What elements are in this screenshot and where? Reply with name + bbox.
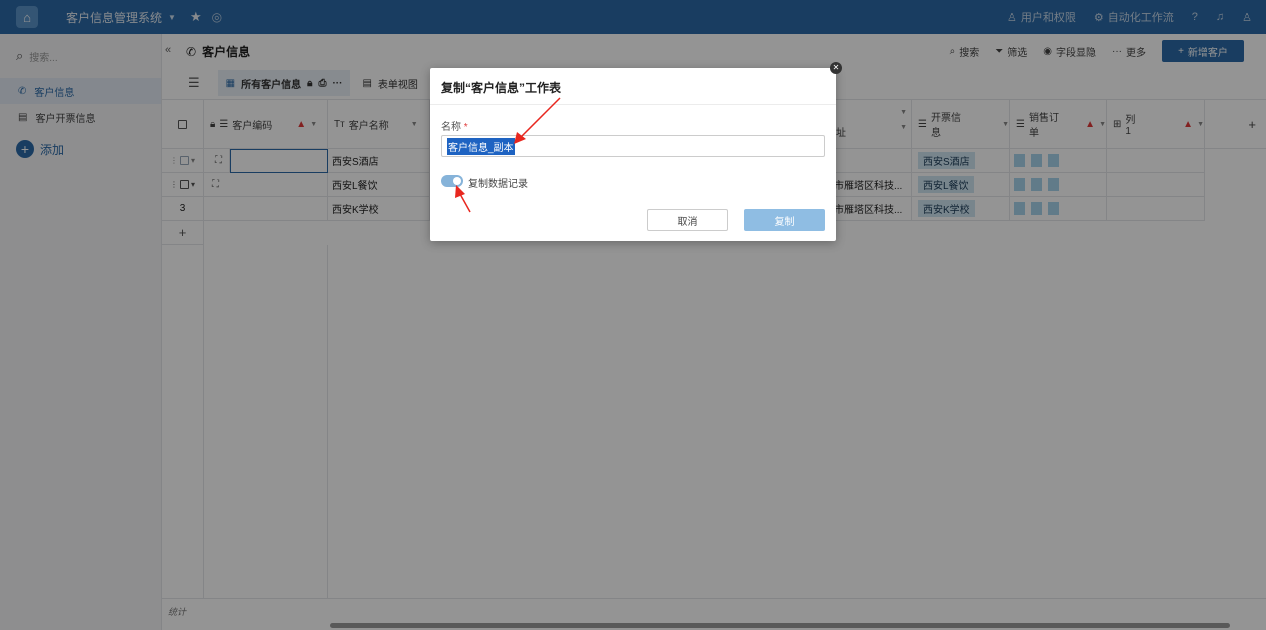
name-label-text: 名称: [441, 122, 461, 133]
dialog-title: 复制“客户信息”工作表: [441, 81, 562, 95]
dialog-divider: [430, 104, 836, 105]
name-input[interactable]: 客户信息_副本: [441, 135, 825, 157]
copy-worksheet-dialog: 复制“客户信息”工作表 ✕ 名称 * 客户信息_副本 复制数据记录 取消 复制: [430, 62, 842, 241]
copy-records-toggle[interactable]: [441, 175, 463, 187]
name-input-value: 客户信息_副本: [447, 137, 515, 155]
name-field-label: 名称 *: [441, 118, 468, 133]
required-mark: *: [463, 122, 468, 133]
cancel-button[interactable]: 取消: [647, 209, 728, 231]
close-icon[interactable]: ✕: [830, 62, 842, 74]
copy-button[interactable]: 复制: [744, 209, 825, 231]
copy-records-label: 复制数据记录: [468, 179, 528, 190]
